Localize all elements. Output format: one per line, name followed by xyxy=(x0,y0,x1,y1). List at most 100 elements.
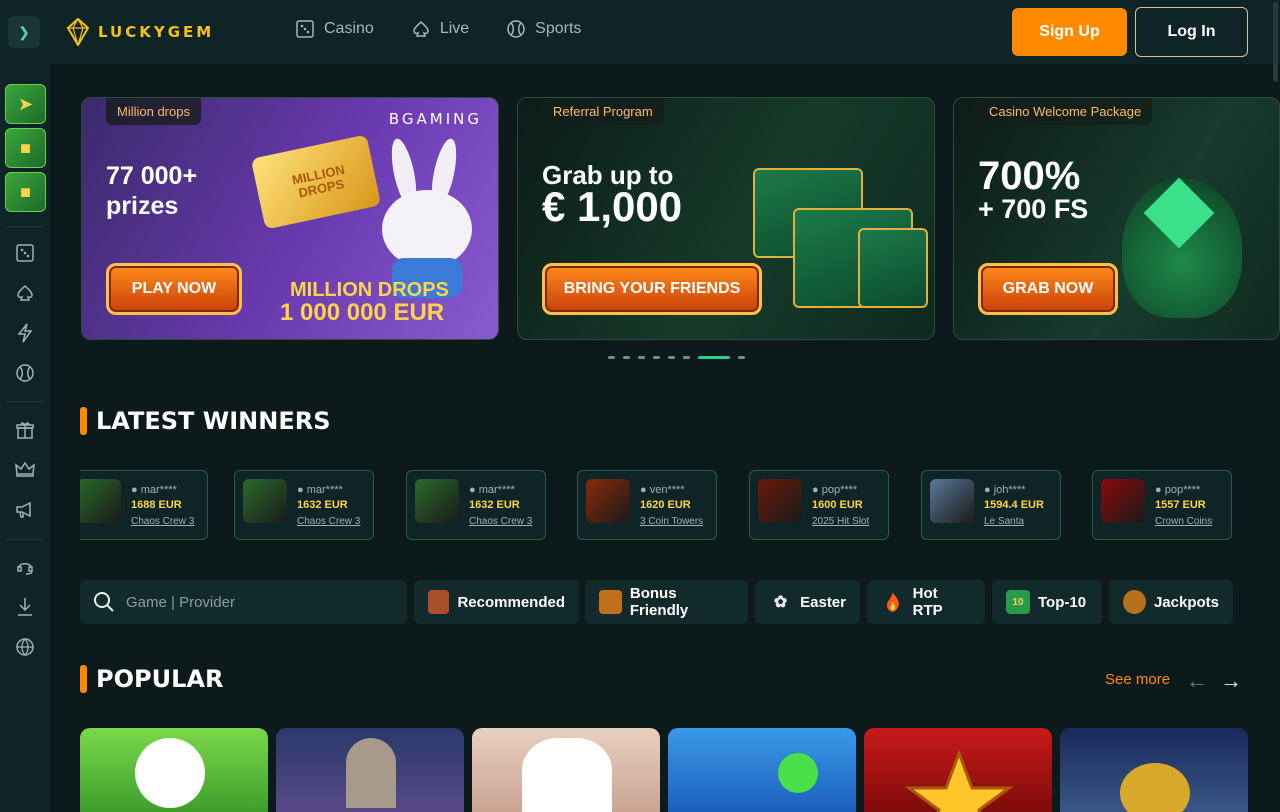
banner-headline-2: € 1,000 xyxy=(542,183,683,230)
chevron-right-icon: ❯ xyxy=(18,23,30,40)
sidebar-news-button[interactable] xyxy=(14,499,36,521)
game-card[interactable] xyxy=(276,728,464,812)
search-input[interactable] xyxy=(126,593,386,611)
game-card[interactable] xyxy=(80,728,268,812)
winner-card[interactable]: ● mar**** 1688 EUR Chaos Crew 3 xyxy=(80,470,208,540)
carousel-dot[interactable] xyxy=(623,356,630,359)
winner-game-link[interactable]: 3 Coin Towers xyxy=(640,516,703,527)
download-icon xyxy=(18,598,32,616)
sidebar-fast-games-button[interactable] xyxy=(14,322,36,344)
page-scrollbar[interactable] xyxy=(1273,2,1278,82)
winner-amount: 1688 EUR xyxy=(131,499,182,511)
winner-game-link[interactable]: Chaos Crew 3 xyxy=(131,516,194,527)
gift-box-icon: ■ xyxy=(20,181,31,202)
bring-your-friends-button[interactable]: BRING YOUR FRIENDS xyxy=(542,263,762,315)
sign-up-button[interactable]: Sign Up xyxy=(1012,8,1127,56)
category-label: Jackpots xyxy=(1153,593,1219,611)
gift-box-image xyxy=(858,228,928,308)
sidebar-live-button[interactable] xyxy=(14,282,36,304)
nav-live[interactable]: Live xyxy=(412,20,469,38)
winner-card[interactable]: ● mar**** 1632 EUR Chaos Crew 3 xyxy=(406,470,546,540)
cat-art xyxy=(522,738,612,812)
sidebar-toggle-button[interactable]: ❯ xyxy=(8,16,40,48)
site-logo[interactable]: LUCKYGEM xyxy=(66,18,214,46)
carousel-dot-active[interactable] xyxy=(698,356,730,359)
promo-banner-million-drops[interactable]: Million drops BGAMING MILLION DROPS 77 0… xyxy=(81,97,499,340)
winner-card[interactable]: ● joh**** 1594.4 EUR Le Santa xyxy=(921,470,1061,540)
sidebar-divider xyxy=(6,401,44,402)
category-recommended[interactable]: Recommended xyxy=(414,580,579,624)
lightning-icon xyxy=(17,323,33,343)
winner-game-link[interactable]: 2025 Hit Slot xyxy=(812,516,869,527)
chicken-art xyxy=(135,738,205,808)
sidebar-language-button[interactable] xyxy=(14,636,36,658)
sidebar-sports-button[interactable] xyxy=(14,362,36,384)
category-easter[interactable]: ✿ Easter xyxy=(755,580,860,624)
sidebar-support-button[interactable] xyxy=(14,556,36,578)
category-label: Top-10 xyxy=(1038,593,1087,611)
next-arrow-icon[interactable]: → xyxy=(1220,668,1242,694)
sidebar-download-button[interactable] xyxy=(14,596,36,618)
sidebar-game-thumb-3[interactable]: ■ xyxy=(5,172,46,212)
nav-sports[interactable]: Sports xyxy=(507,20,581,38)
winner-username: ● pop**** xyxy=(812,484,857,496)
carousel-dot[interactable] xyxy=(683,356,690,359)
category-hot-rtp[interactable]: Hot RTP xyxy=(867,580,985,624)
winner-game-link[interactable]: Chaos Crew 3 xyxy=(297,516,360,527)
winner-card[interactable]: ● ven**** 1620 EUR 3 Coin Towers xyxy=(577,470,717,540)
promo-banner-referral[interactable]: Referral Program Grab up to € 1,000 BRIN… xyxy=(517,97,935,340)
sidebar-vip-button[interactable] xyxy=(14,459,36,481)
banner-headline-1: 700% xyxy=(978,154,1081,198)
play-now-button[interactable]: PLAY NOW xyxy=(106,263,242,315)
nav-live-label: Live xyxy=(439,20,470,37)
winner-game-link[interactable]: Le Santa xyxy=(984,516,1024,527)
headset-icon xyxy=(17,563,33,575)
top-badge-icon: 10 xyxy=(1006,590,1030,614)
section-accent-bar xyxy=(80,407,87,435)
carousel-dot[interactable] xyxy=(668,356,675,359)
category-bonus-friendly[interactable]: Bonus Friendly xyxy=(585,580,748,624)
game-card[interactable] xyxy=(668,728,856,812)
bunny-icon: ✿ xyxy=(773,594,788,611)
winner-username-text: ven**** xyxy=(649,484,685,496)
category-jackpots[interactable]: Jackpots xyxy=(1109,580,1233,624)
sidebar-promotions-button[interactable] xyxy=(14,419,36,441)
sidebar-game-thumb-2[interactable]: ■ xyxy=(5,128,46,168)
grab-now-button[interactable]: GRAB NOW xyxy=(978,263,1118,315)
carousel-dot[interactable] xyxy=(738,356,745,359)
winner-amount: 1557 EUR xyxy=(1155,499,1206,511)
logo-text: LUCKYGEM xyxy=(98,23,215,41)
gift-box-icon: ■ xyxy=(20,137,31,158)
winner-card[interactable]: ● mar**** 1632 EUR Chaos Crew 3 xyxy=(234,470,374,540)
game-search-box[interactable] xyxy=(80,580,407,624)
see-more-link[interactable]: See more xyxy=(1105,671,1170,688)
nav-casino[interactable]: Casino xyxy=(296,20,374,38)
winner-game-link[interactable]: Chaos Crew 3 xyxy=(469,516,532,527)
game-card[interactable] xyxy=(864,728,1052,812)
winner-username-text: mar**** xyxy=(478,484,515,496)
winner-amount: 1632 EUR xyxy=(297,499,348,511)
winner-game-link[interactable]: Crown Coins xyxy=(1155,516,1212,527)
log-in-button[interactable]: Log In xyxy=(1135,7,1248,57)
category-top-10[interactable]: 10 Top-10 xyxy=(992,580,1102,624)
user-icon: ● xyxy=(131,484,138,496)
game-thumbnail xyxy=(758,479,802,523)
spade-icon xyxy=(17,284,33,301)
money-bag-icon xyxy=(1123,590,1146,614)
game-card[interactable] xyxy=(1060,728,1248,812)
game-card[interactable] xyxy=(472,728,660,812)
game-thumbnail xyxy=(80,479,121,523)
carousel-dot[interactable] xyxy=(608,356,615,359)
promo-banner-welcome-package[interactable]: Casino Welcome Package 700% + 700 FS GRA… xyxy=(953,97,1280,340)
winner-username: ● mar**** xyxy=(297,484,343,496)
winner-card[interactable]: ● pop**** 1600 EUR 2025 Hit Slot xyxy=(749,470,889,540)
banner-headline-1: 77 000+ xyxy=(106,162,198,190)
carousel-dot[interactable] xyxy=(638,356,645,359)
user-icon: ● xyxy=(640,484,647,496)
sidebar-game-thumb-1[interactable]: ➤ xyxy=(5,84,46,124)
prev-arrow-icon[interactable]: ← xyxy=(1186,668,1208,694)
carousel-dot[interactable] xyxy=(653,356,660,359)
sidebar-casino-button[interactable] xyxy=(14,242,36,264)
user-icon: ● xyxy=(469,484,476,496)
winner-card[interactable]: ● pop**** 1557 EUR Crown Coins xyxy=(1092,470,1232,540)
